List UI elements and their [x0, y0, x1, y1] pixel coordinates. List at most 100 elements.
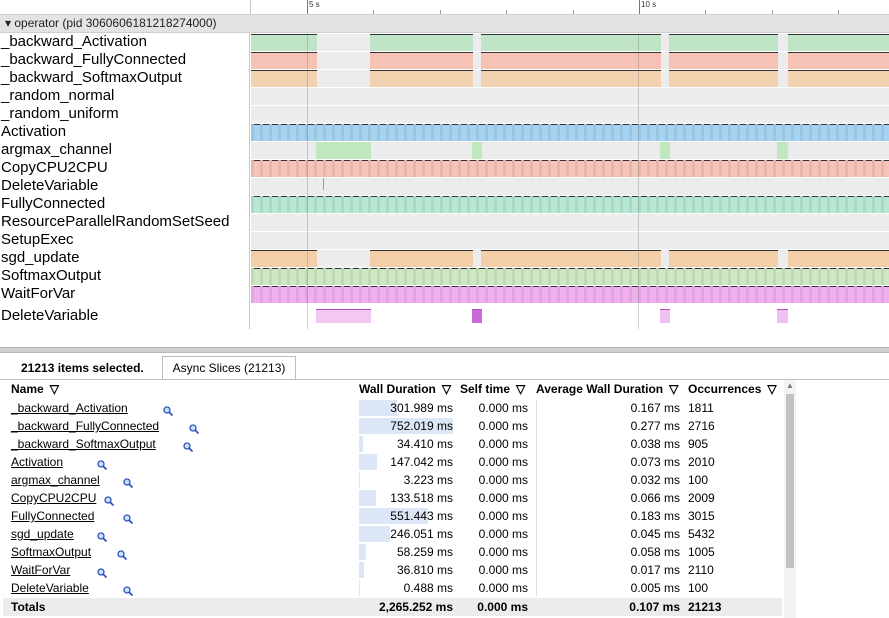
- slice[interactable]: [458, 124, 461, 141]
- slice[interactable]: [788, 52, 889, 69]
- slice[interactable]: [359, 286, 362, 303]
- slice[interactable]: [692, 160, 695, 177]
- process-header[interactable]: ▾ operator (pid 3060606181218274000): [0, 15, 889, 33]
- slice[interactable]: [737, 268, 740, 285]
- slice[interactable]: [872, 160, 875, 177]
- track-lane[interactable]: [251, 88, 889, 105]
- slice[interactable]: [404, 124, 407, 141]
- slice[interactable]: [809, 196, 812, 213]
- slice[interactable]: [332, 124, 335, 141]
- slice[interactable]: [341, 160, 344, 177]
- slice[interactable]: [530, 160, 533, 177]
- slice[interactable]: [449, 124, 452, 141]
- slice[interactable]: [773, 268, 776, 285]
- slice[interactable]: [395, 268, 398, 285]
- track-row[interactable]: Activation: [0, 123, 889, 141]
- table-row[interactable]: sgd_update 246.051 ms 0.000 ms 0.045 ms 5432: [3, 525, 782, 543]
- slice[interactable]: [386, 268, 389, 285]
- slice[interactable]: [575, 286, 578, 303]
- slice[interactable]: [575, 196, 578, 213]
- slice[interactable]: [854, 160, 857, 177]
- slice[interactable]: [359, 268, 362, 285]
- slice[interactable]: [251, 196, 254, 213]
- slice[interactable]: [494, 196, 497, 213]
- slice[interactable]: [674, 124, 677, 141]
- slice[interactable]: [548, 286, 551, 303]
- slice[interactable]: [458, 160, 461, 177]
- slice[interactable]: [674, 196, 677, 213]
- track-row[interactable]: _random_uniform: [0, 105, 889, 123]
- slice[interactable]: [278, 160, 281, 177]
- slice[interactable]: [332, 160, 335, 177]
- slice[interactable]: [737, 286, 740, 303]
- row-name-link[interactable]: FullyConnected: [11, 509, 94, 523]
- slice[interactable]: [458, 268, 461, 285]
- slice[interactable]: [395, 124, 398, 141]
- slice[interactable]: [566, 286, 569, 303]
- slice[interactable]: [278, 286, 281, 303]
- slice[interactable]: [710, 160, 713, 177]
- slice[interactable]: [404, 286, 407, 303]
- slice[interactable]: [818, 286, 821, 303]
- slice[interactable]: [788, 70, 889, 87]
- track-lane[interactable]: [251, 286, 889, 303]
- slice[interactable]: [845, 124, 848, 141]
- slice[interactable]: [370, 250, 473, 267]
- track-lane[interactable]: [251, 52, 889, 69]
- track-row[interactable]: _random_normal: [0, 87, 889, 105]
- slice[interactable]: [481, 34, 661, 51]
- slice[interactable]: [647, 286, 650, 303]
- slice[interactable]: [809, 286, 812, 303]
- sort-icon[interactable]: ▽: [669, 382, 678, 396]
- slice[interactable]: [788, 250, 889, 267]
- slice[interactable]: [512, 196, 515, 213]
- slice[interactable]: [782, 196, 785, 213]
- slice[interactable]: [557, 196, 560, 213]
- slice[interactable]: [440, 268, 443, 285]
- slice[interactable]: [557, 286, 560, 303]
- slice[interactable]: [539, 124, 542, 141]
- slice[interactable]: [800, 160, 803, 177]
- row-name-link[interactable]: _backward_Activation: [11, 401, 128, 415]
- slice[interactable]: [512, 286, 515, 303]
- table-scrollbar[interactable]: ▲: [784, 380, 796, 618]
- slice[interactable]: [494, 286, 497, 303]
- track-row[interactable]: CopyCPU2CPU: [0, 159, 889, 177]
- slice[interactable]: [530, 268, 533, 285]
- slice[interactable]: [788, 34, 889, 51]
- slice[interactable]: [467, 196, 470, 213]
- slice[interactable]: [827, 268, 830, 285]
- slice[interactable]: [827, 124, 830, 141]
- track-lane[interactable]: [251, 232, 889, 249]
- slice[interactable]: [692, 196, 695, 213]
- slice[interactable]: [818, 268, 821, 285]
- slice[interactable]: [548, 124, 551, 141]
- track-lane[interactable]: [251, 142, 889, 159]
- table-row[interactable]: DeleteVariable 0.488 ms 0.000 ms 0.005 ms 10…: [3, 579, 782, 597]
- slice[interactable]: [316, 309, 371, 323]
- column-name-header[interactable]: Name ▽: [11, 380, 59, 398]
- track-lane[interactable]: [251, 34, 889, 51]
- slice[interactable]: [530, 196, 533, 213]
- track-row[interactable]: _backward_SoftmaxOutput: [0, 69, 889, 87]
- slice[interactable]: [755, 196, 758, 213]
- slice[interactable]: [440, 160, 443, 177]
- slice[interactable]: [440, 124, 443, 141]
- slice[interactable]: [728, 286, 731, 303]
- slice[interactable]: [476, 124, 479, 141]
- slice[interactable]: [863, 196, 866, 213]
- slice[interactable]: [746, 160, 749, 177]
- slice[interactable]: [539, 286, 542, 303]
- slice[interactable]: [773, 124, 776, 141]
- slice[interactable]: [755, 124, 758, 141]
- slice[interactable]: [647, 268, 650, 285]
- slice[interactable]: [260, 124, 263, 141]
- slice[interactable]: [269, 124, 272, 141]
- slice[interactable]: [503, 196, 506, 213]
- slice[interactable]: [701, 286, 704, 303]
- slice[interactable]: [660, 309, 670, 323]
- slice[interactable]: [431, 268, 434, 285]
- slice[interactable]: [413, 286, 416, 303]
- slice[interactable]: [791, 268, 794, 285]
- slice[interactable]: [665, 160, 668, 177]
